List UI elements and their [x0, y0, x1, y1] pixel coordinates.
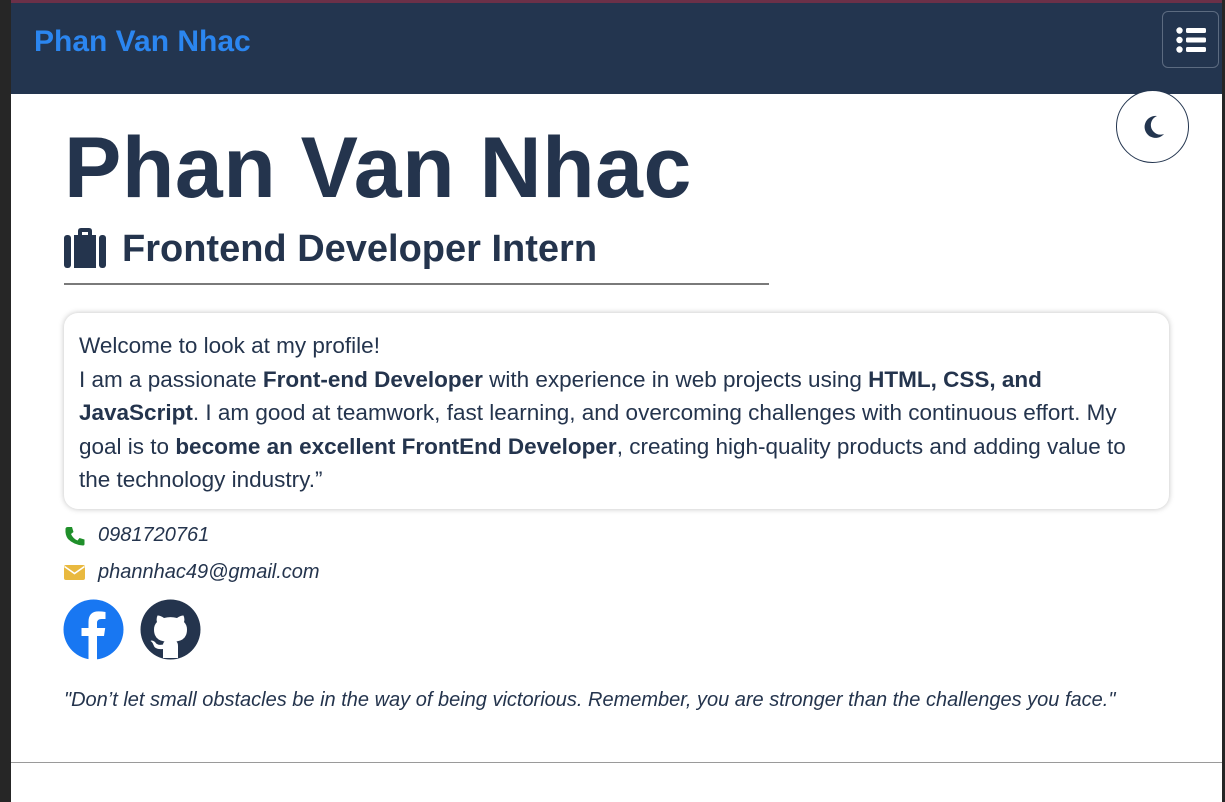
facebook-icon: [63, 599, 124, 660]
envelope-icon: [64, 563, 86, 583]
motivational-quote: "Don’t let small obstacles be in the way…: [64, 689, 1116, 711]
intro-card: Welcome to look at my profile! I am a pa…: [64, 313, 1169, 509]
footer-divider: [11, 762, 1222, 763]
email-contact: phannhac49@gmail.com: [64, 561, 320, 584]
phone-contact: 0981720761: [64, 524, 209, 547]
moon-icon: [1144, 115, 1164, 138]
intro-text: I am a passionate: [79, 366, 263, 392]
github-icon: [140, 599, 201, 660]
role-title: Frontend Developer Intern: [122, 228, 598, 270]
menu-toggle-button[interactable]: [1162, 11, 1219, 68]
theme-toggle-button[interactable]: [1116, 90, 1189, 163]
window-left-edge: [0, 0, 11, 802]
navbar: Phan Van Nhac: [11, 3, 1222, 94]
intro-paragraph: I am a passionate Front-end Developer wi…: [79, 363, 1154, 497]
briefcase-icon: [64, 228, 106, 268]
intro-highlight: Front-end Developer: [262, 366, 483, 392]
phone-number[interactable]: 0981720761: [98, 524, 209, 547]
intro-greeting: Welcome to look at my profile!: [79, 333, 380, 358]
intro-text: with experience in web projects using: [482, 366, 869, 392]
brand-link[interactable]: Phan Van Nhac: [34, 24, 251, 60]
facebook-link[interactable]: [63, 599, 124, 660]
github-link[interactable]: [140, 599, 201, 660]
phone-icon: [64, 526, 86, 546]
email-address[interactable]: phannhac49@gmail.com: [98, 561, 320, 584]
profile-name: Phan Van Nhac: [64, 120, 692, 216]
list-icon: [1175, 26, 1206, 53]
intro-highlight: become an excellent FrontEnd Developer: [175, 433, 617, 459]
role-heading: Frontend Developer Intern: [64, 226, 769, 285]
